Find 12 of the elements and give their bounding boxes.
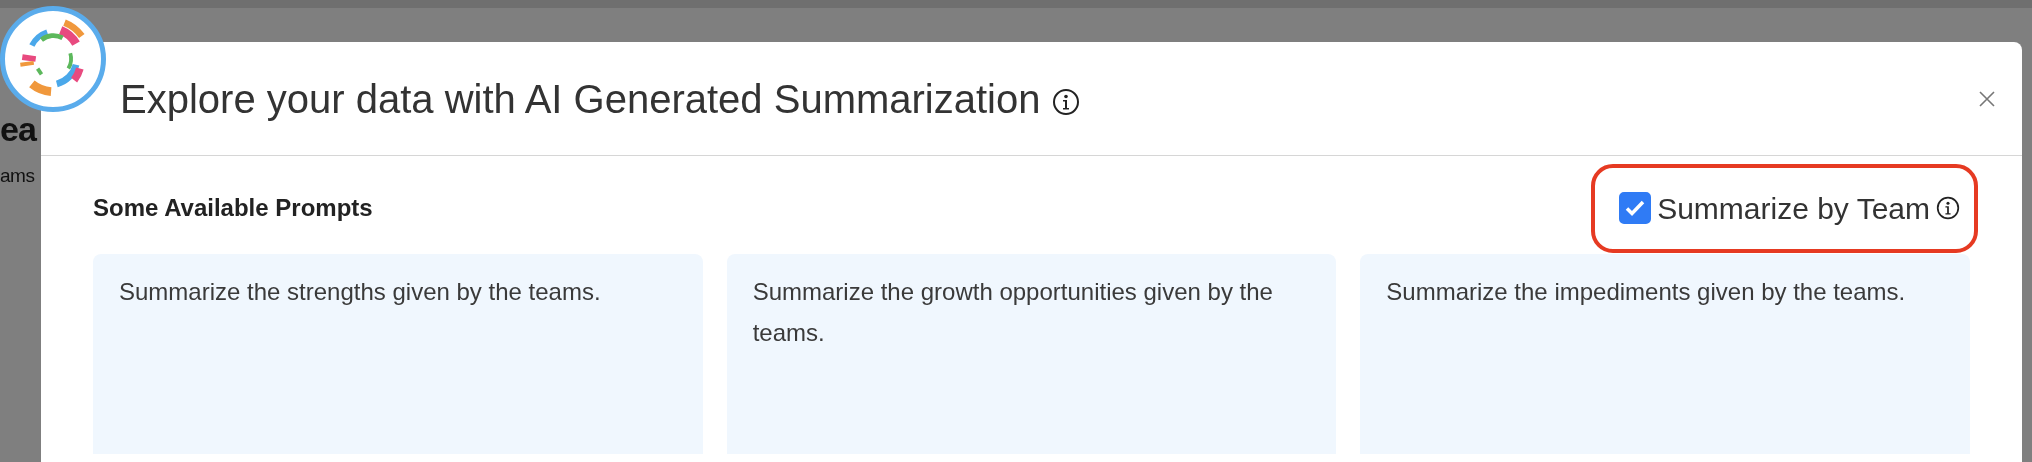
info-icon[interactable]: [1936, 196, 1960, 220]
close-icon: [1978, 90, 1996, 109]
modal-title: Explore your data with AI Generated Summarization: [120, 76, 1041, 121]
prompt-card[interactable]: Summarize the impediments given by the teams.: [1360, 254, 1970, 454]
info-icon[interactable]: [1051, 87, 1080, 116]
section-title: Some Available Prompts: [93, 193, 373, 223]
checkbox[interactable]: [1619, 192, 1652, 224]
checkbox-label[interactable]: Summarize by Team: [1657, 185, 1930, 231]
prompt-card[interactable]: Summarize the strengths given by the teams.: [93, 254, 703, 454]
page-subtext: ams: [0, 164, 35, 188]
page-heading: ea: [0, 112, 36, 146]
prompt-card[interactable]: Summarize the growth opportunities given by the teams.: [726, 254, 1337, 454]
